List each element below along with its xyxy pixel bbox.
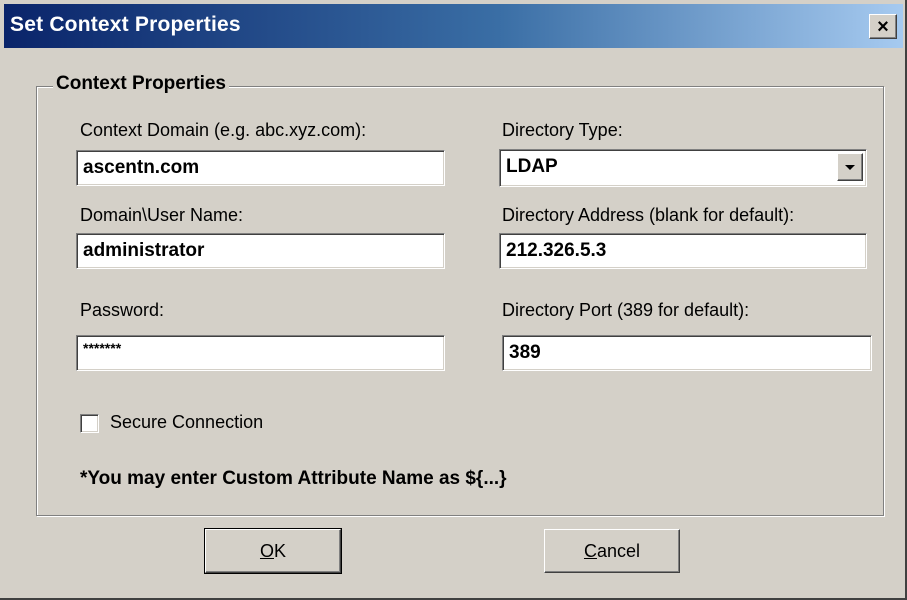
custom-attribute-note: *You may enter Custom Attribute Name as …	[80, 468, 507, 489]
cancel-button[interactable]: Cancel	[544, 529, 680, 573]
directory-port-input[interactable]: 389	[502, 335, 872, 371]
window-title: Set Context Properties	[10, 13, 241, 36]
dropdown-button[interactable]	[837, 153, 863, 181]
context-domain-input[interactable]: ascentn.com	[76, 150, 445, 186]
password-value: *******	[83, 340, 122, 356]
user-name-label: Domain\User Name:	[80, 205, 244, 225]
close-button[interactable]: ×	[869, 14, 897, 39]
cancel-label-rest: ancel	[596, 540, 641, 561]
user-name-input[interactable]: administrator	[76, 233, 445, 269]
ok-label-rest: K	[274, 540, 287, 561]
ok-button[interactable]: OK	[205, 529, 341, 573]
directory-type-label: Directory Type:	[502, 120, 623, 140]
title-bar[interactable]: Set Context Properties ×	[4, 4, 903, 48]
password-label: Password:	[80, 300, 165, 320]
ok-mnemonic: O	[259, 540, 274, 561]
secure-connection-checkbox[interactable]	[80, 414, 99, 433]
secure-connection-label[interactable]: Secure Connection	[110, 412, 263, 433]
directory-port-value: 389	[509, 342, 541, 363]
directory-type-value: LDAP	[506, 156, 558, 177]
context-domain-label: Context Domain (e.g. abc.xyz.com):	[80, 120, 367, 140]
directory-address-label: Directory Address (blank for default):	[502, 205, 795, 225]
close-icon: ×	[877, 15, 889, 38]
chevron-down-icon	[845, 164, 855, 170]
directory-port-label: Directory Port (389 for default):	[502, 300, 750, 320]
password-input[interactable]: *******	[76, 335, 445, 371]
user-name-value: administrator	[83, 240, 205, 261]
cancel-mnemonic: C	[583, 540, 597, 561]
directory-address-input[interactable]: 212.326.5.3	[499, 233, 867, 269]
directory-type-select[interactable]: LDAP	[499, 149, 867, 187]
directory-address-value: 212.326.5.3	[506, 240, 607, 261]
context-domain-value: ascentn.com	[83, 157, 200, 178]
dialog-window: Set Context Properties × Context Propert…	[0, 0, 907, 600]
group-title: Context Properties	[53, 73, 229, 95]
